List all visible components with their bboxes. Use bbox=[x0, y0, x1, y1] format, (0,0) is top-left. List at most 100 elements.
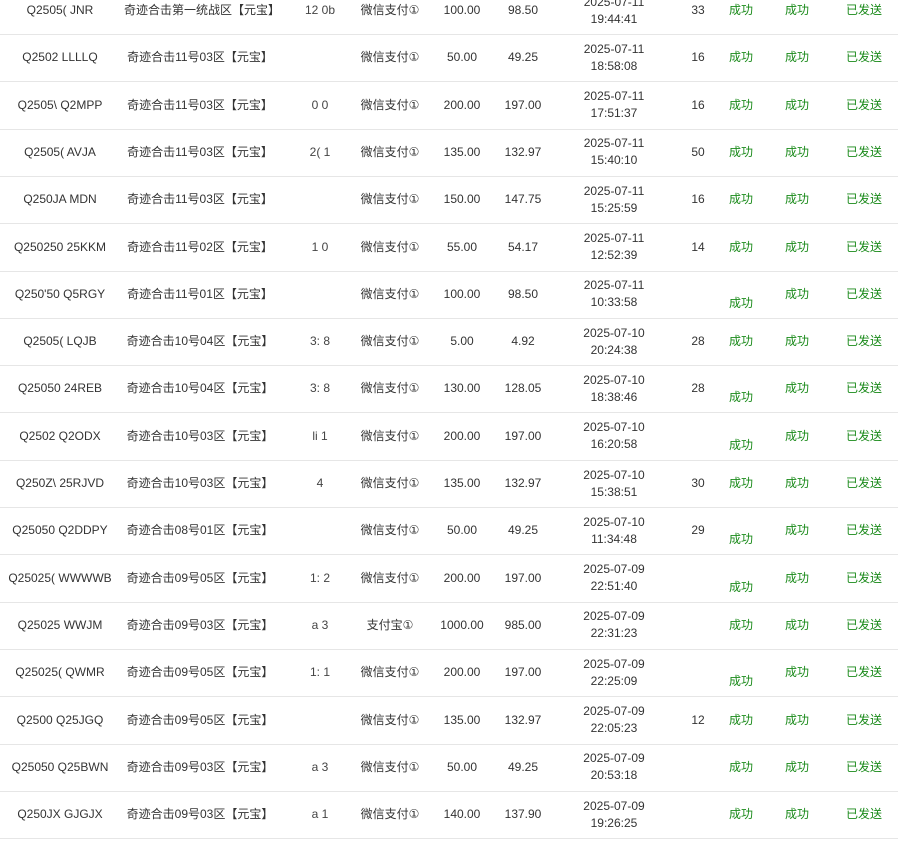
extra-value: 16 bbox=[691, 50, 705, 65]
order-time: 10:33:58 bbox=[590, 295, 638, 310]
order-time: 22:25:09 bbox=[590, 673, 638, 688]
account-id: 12 0b bbox=[304, 3, 336, 17]
payment-method: 微信支付① bbox=[360, 3, 420, 17]
extra-value: 50 bbox=[691, 144, 705, 159]
order-id: Q2500 Q25JGQ bbox=[16, 712, 104, 727]
extra-value: 30 bbox=[691, 476, 705, 490]
order-time: 18:38:46 bbox=[590, 389, 638, 404]
send-status: 已发送 bbox=[845, 50, 882, 65]
order-id: Q25025( QWMR bbox=[15, 665, 105, 680]
table-row: Q2500 Q25JGQ 奇迹合击09号05区【元宝】 微信支付① 135.00 132… bbox=[0, 697, 898, 745]
status-badge: 成功 bbox=[784, 97, 809, 112]
order-time: 17:51:37 bbox=[590, 106, 638, 121]
send-status: 已发送 bbox=[845, 759, 882, 774]
order-time: 19:26:25 bbox=[590, 815, 638, 830]
order-id: Q25025 WWJM bbox=[17, 617, 103, 632]
send-status: 已发送 bbox=[845, 523, 882, 538]
account-id: 3: 8 bbox=[309, 381, 330, 396]
order-date: 2025-07-11 bbox=[583, 136, 645, 151]
payment-method: 微信支付① bbox=[360, 192, 420, 207]
net-amount: 132.97 bbox=[504, 476, 542, 490]
table-row: Q250JA MDN 奇迹合击11号03区【元宝】 微信支付① 150.00 147.7… bbox=[0, 176, 898, 225]
order-id: Q25025( WWWWB bbox=[8, 570, 112, 585]
table-row: Q2502 Q2ODX 奇迹合击10号03区【元宝】 li 1 微信支付① 200.00… bbox=[0, 413, 898, 461]
net-amount: 197.00 bbox=[504, 570, 542, 585]
order-datetime: 2025-07-09 22:05:23 bbox=[572, 697, 656, 744]
account-id bbox=[280, 271, 360, 318]
payment-method: 微信支付① bbox=[360, 523, 420, 538]
order-date: 2025-07-10 bbox=[583, 514, 645, 529]
status-badge: 成功 bbox=[728, 97, 753, 112]
order-datetime: 2025-07-11 18:58:08 bbox=[572, 34, 656, 81]
order-id: Q250JX GJGJX bbox=[17, 807, 103, 822]
order-id: Q25050 24REB bbox=[17, 381, 103, 396]
amount: 150.00 bbox=[443, 192, 481, 207]
amount: 200.00 bbox=[443, 570, 481, 585]
order-date: 2025-07-11 bbox=[583, 278, 645, 293]
amount: 5.00 bbox=[450, 334, 474, 349]
extra-value bbox=[676, 791, 720, 838]
order-date: 2025-07-11 bbox=[583, 183, 645, 198]
status-badge: 成功 bbox=[784, 617, 809, 632]
amount: 100.00 bbox=[443, 3, 481, 17]
net-amount: 98.50 bbox=[507, 286, 539, 301]
amount: 50.00 bbox=[446, 50, 478, 65]
order-datetime: 2025-07-09 22:25:09 bbox=[572, 649, 656, 696]
status-badge: 成功 bbox=[784, 286, 809, 301]
order-date: 2025-07-11 bbox=[583, 41, 645, 56]
extra-value: 28 bbox=[691, 334, 705, 349]
extra-value: 28 bbox=[691, 381, 705, 396]
table-row: Q25025( QWMR 奇迹合击09号05区【元宝】 1: 1 微信支付① 200.0… bbox=[0, 649, 898, 698]
payment-method: 微信支付① bbox=[360, 570, 420, 585]
order-datetime: 2025-07-10 20:24:38 bbox=[572, 318, 656, 365]
status-badge: 成功 bbox=[728, 3, 753, 17]
status-badge: 成功 bbox=[784, 192, 809, 207]
table-row: Q25050 24REB 奇迹合击10号04区【元宝】 3: 8 微信支付① 130.0… bbox=[0, 365, 898, 414]
status-badge: 成功 bbox=[784, 428, 809, 443]
order-datetime: 2025-07-10 16:20:58 bbox=[572, 413, 656, 460]
status-badge: 成功 bbox=[728, 759, 753, 774]
amount: 1000.00 bbox=[440, 617, 484, 632]
order-id: Q2505( JNR bbox=[26, 3, 94, 17]
amount: 50.00 bbox=[446, 759, 478, 774]
account-id: 1 0 bbox=[311, 239, 329, 254]
order-id: Q2505\ Q2MPP bbox=[17, 97, 103, 112]
order-id: Q2505( LQJB bbox=[23, 334, 97, 349]
order-datetime: 2025-07-11 15:25:59 bbox=[572, 176, 656, 223]
server-name: 奇迹合击11号02区【元宝】 bbox=[127, 239, 273, 254]
server-name: 奇迹合击11号03区【元宝】 bbox=[127, 192, 273, 207]
order-id: Q25050 Q25BWN bbox=[11, 759, 109, 774]
payment-method: 微信支付① bbox=[360, 286, 420, 301]
amount: 135.00 bbox=[443, 712, 481, 727]
extra-value: 29 bbox=[691, 523, 705, 538]
order-time: 19:44:41 bbox=[590, 11, 638, 26]
order-date: 2025-07-09 bbox=[583, 704, 645, 718]
server-name: 奇迹合击09号05区【元宝】 bbox=[126, 570, 274, 585]
status-badge: 成功 bbox=[784, 239, 809, 254]
order-datetime: 2025-07-10 18:38:46 bbox=[572, 365, 656, 412]
order-date: 2025-07-09 bbox=[583, 656, 645, 671]
account-id: 0 0 bbox=[311, 97, 329, 112]
send-status: 已发送 bbox=[845, 144, 882, 159]
order-time: 22:51:40 bbox=[590, 579, 638, 594]
order-time: 15:40:10 bbox=[590, 153, 638, 168]
amount: 130.00 bbox=[443, 381, 481, 396]
net-amount: 4.92 bbox=[511, 334, 535, 349]
status-badge: 成功 bbox=[728, 50, 753, 65]
extra-value: 14 bbox=[691, 239, 705, 254]
send-status: 已发送 bbox=[845, 3, 882, 17]
send-status: 已发送 bbox=[845, 428, 882, 443]
order-date: 2025-07-11 bbox=[583, 0, 645, 9]
server-name: 奇迹合击11号03区【元宝】 bbox=[127, 97, 273, 112]
order-date: 2025-07-09 bbox=[583, 609, 645, 624]
table-row: Q25025( WWWWB 奇迹合击09号05区【元宝】 1: 2 微信支付① 200.… bbox=[0, 555, 898, 603]
status-badge: 成功 bbox=[784, 144, 809, 159]
account-id: 1: 2 bbox=[309, 570, 330, 585]
table-row: Q250'50 Q5RGY 奇迹合击11号01区【元宝】 微信支付① 100.00 98… bbox=[0, 271, 898, 319]
table-row: Q2502 LLLLQ 奇迹合击11号03区【元宝】 微信支付① 50.00 49.25… bbox=[0, 34, 898, 83]
payment-method: 微信支付① bbox=[360, 665, 420, 680]
net-amount: 49.25 bbox=[507, 523, 539, 538]
status-badge: 成功 bbox=[784, 50, 809, 65]
account-id: a 3 bbox=[311, 617, 329, 632]
order-date: 2025-07-11 bbox=[583, 89, 645, 104]
